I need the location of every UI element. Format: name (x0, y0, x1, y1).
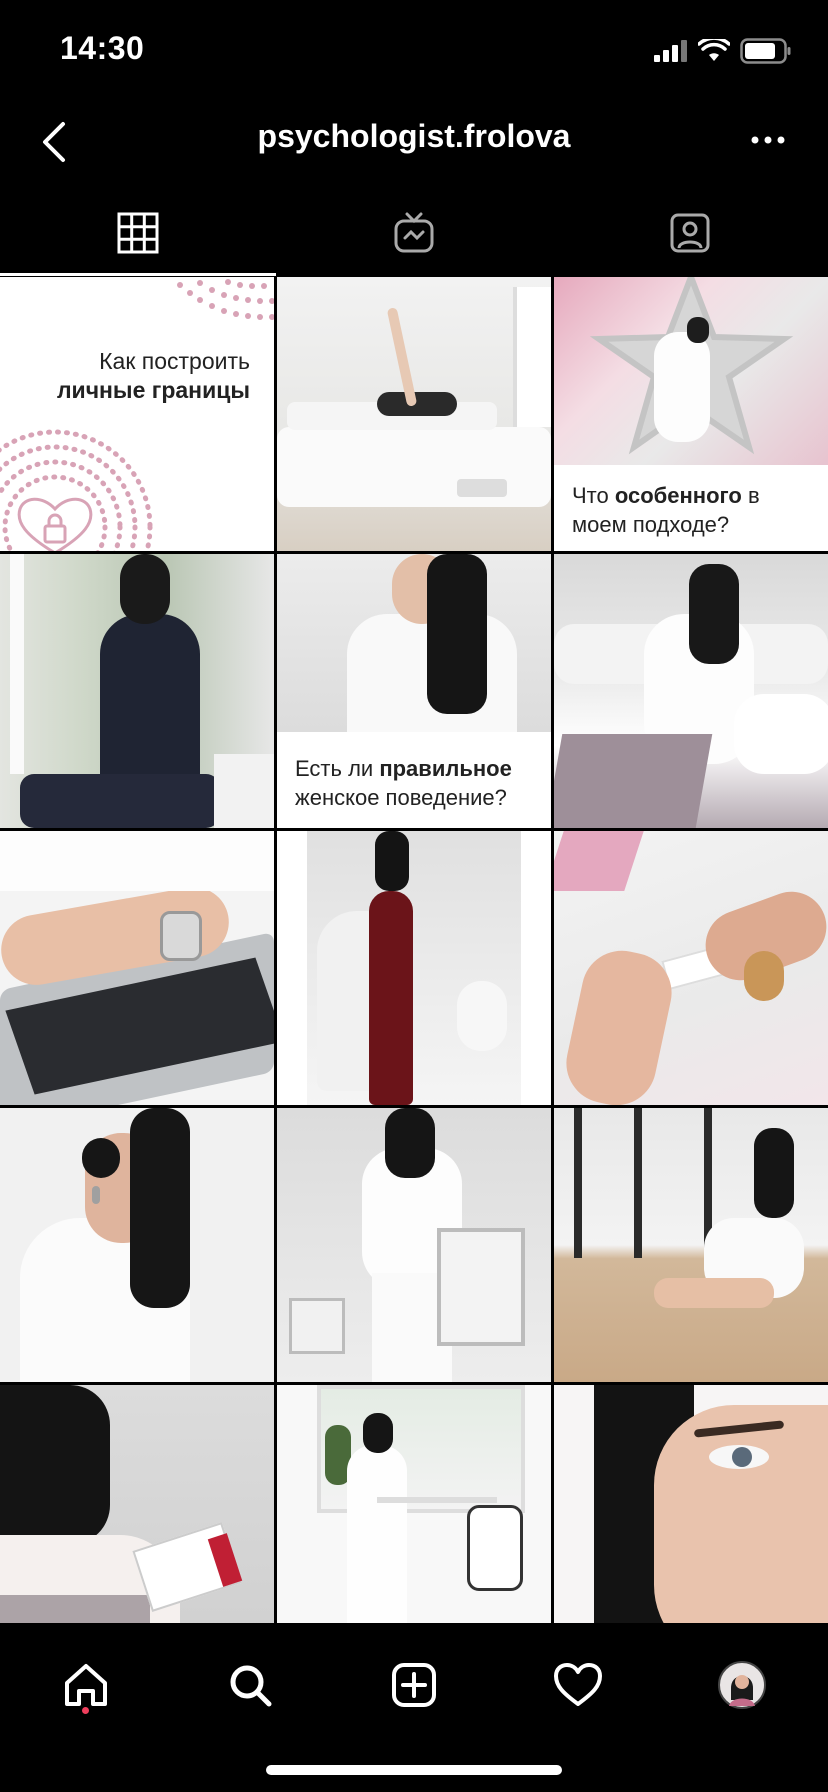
search-icon (230, 1665, 272, 1707)
tab-igtv[interactable] (276, 190, 552, 275)
post-thumbnail[interactable] (0, 554, 274, 828)
nav-create-button[interactable] (374, 1645, 454, 1725)
bottom-tab-bar (0, 1625, 828, 1792)
add-post-icon (392, 1663, 436, 1707)
post-thumbnail[interactable] (277, 831, 551, 1105)
status-time: 14:30 (60, 30, 145, 66)
post-thumbnail[interactable]: Есть ли правильное женское поведение? (277, 554, 551, 828)
heart-icon (554, 1663, 602, 1706)
post-thumbnail[interactable] (0, 1385, 274, 1623)
profile-username: psychologist.frolova (257, 118, 571, 154)
tab-grid[interactable] (0, 190, 276, 275)
more-icon (751, 136, 785, 144)
post-thumbnail[interactable] (277, 1385, 551, 1623)
post-thumbnail[interactable]: Что особенного в моем подходе? (554, 277, 828, 551)
post-caption: Как построить личные границы (56, 348, 250, 403)
more-options-button[interactable] (738, 120, 798, 160)
post-thumbnail[interactable] (0, 831, 274, 1105)
nav-profile-button[interactable] (702, 1645, 782, 1725)
post-thumbnail[interactable] (554, 1385, 828, 1623)
tab-tagged[interactable] (552, 190, 828, 275)
home-indicator (266, 1765, 562, 1775)
post-thumbnail[interactable] (277, 1108, 551, 1382)
status-bar: 14:30 (0, 0, 828, 100)
post-thumbnail[interactable] (554, 554, 828, 828)
tv-icon (394, 212, 434, 252)
grid-icon (117, 212, 159, 253)
nav-activity-button[interactable] (538, 1645, 618, 1725)
notification-dot (82, 1707, 89, 1714)
posts-grid: Как построить личные границы Что особенн… (0, 277, 828, 1623)
post-thumbnail[interactable] (0, 1108, 274, 1382)
post-caption: Что особенного в моем подходе? (572, 483, 760, 537)
signal-icon (654, 40, 687, 62)
battery-icon (740, 38, 791, 64)
wifi-icon (698, 39, 730, 61)
tagged-icon (670, 213, 710, 252)
nav-search-button[interactable] (210, 1645, 290, 1725)
profile-tabs (0, 190, 828, 276)
post-thumbnail[interactable] (554, 831, 828, 1105)
post-thumbnail[interactable]: Как построить личные границы (0, 277, 274, 551)
active-tab-indicator (0, 273, 276, 276)
nav-bar: psychologist.frolova (0, 100, 828, 182)
post-thumbnail[interactable] (554, 1108, 828, 1382)
avatar (718, 1661, 766, 1709)
home-icon (65, 1664, 107, 1706)
post-thumbnail[interactable] (277, 277, 551, 551)
dotted-pattern (0, 279, 274, 551)
post-caption: Есть ли правильное женское поведение? (295, 756, 512, 810)
status-indicators (654, 36, 792, 66)
